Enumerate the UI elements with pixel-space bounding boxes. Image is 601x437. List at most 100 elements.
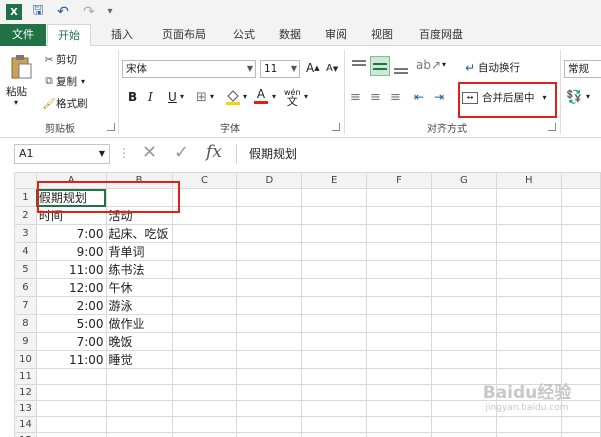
decrease-indent-icon[interactable]: ⇤ (414, 90, 424, 104)
middle-align-icon[interactable] (370, 56, 390, 76)
cell[interactable] (430, 296, 497, 315)
cell[interactable] (171, 260, 238, 279)
column-header[interactable]: G (430, 172, 497, 189)
phonetic-dropdown-icon[interactable]: ▾ (304, 92, 308, 101)
font-name-combo[interactable]: 宋体 ▼ (122, 60, 256, 78)
tab-home[interactable]: 开始 (47, 24, 91, 47)
cell[interactable] (495, 296, 562, 315)
cell[interactable] (495, 260, 562, 279)
undo-icon[interactable]: ↶ (52, 3, 74, 20)
cell[interactable] (430, 188, 497, 207)
cell[interactable] (495, 314, 562, 333)
tab-file[interactable]: 文件 (0, 24, 46, 46)
underline-button[interactable]: U (168, 90, 177, 104)
cell[interactable] (366, 206, 432, 225)
cell[interactable] (495, 206, 562, 225)
cell[interactable] (35, 368, 107, 385)
cell[interactable] (301, 242, 368, 261)
paste-button[interactable]: 粘贴 (6, 84, 27, 99)
cell[interactable] (301, 314, 368, 333)
row-header[interactable]: 7 (14, 296, 37, 315)
cell[interactable] (430, 350, 497, 369)
column-header[interactable] (560, 172, 601, 189)
cell[interactable] (301, 350, 368, 369)
cell[interactable] (171, 296, 238, 315)
cell[interactable] (366, 400, 432, 417)
tab-baidu-netdisk[interactable]: 百度网盘 (410, 24, 472, 46)
cut-button[interactable]: ✂ 剪切 (42, 52, 77, 67)
name-box[interactable]: A1 ▼ (14, 144, 110, 164)
font-color-dropdown-icon[interactable]: ▾ (272, 92, 276, 101)
cell[interactable] (366, 350, 432, 369)
cell[interactable] (560, 350, 601, 369)
copy-dropdown-icon[interactable]: ▾ (81, 77, 85, 86)
cell[interactable] (366, 260, 432, 279)
cell[interactable] (35, 384, 107, 401)
cell[interactable] (560, 314, 601, 333)
cell[interactable] (105, 384, 173, 401)
align-left-icon[interactable]: ≡ (350, 90, 361, 105)
cell[interactable] (236, 400, 303, 417)
save-icon[interactable]: 🖫 (30, 3, 46, 20)
orientation-dropdown-icon[interactable]: ▾ (442, 60, 446, 69)
cell[interactable] (366, 432, 432, 437)
cell[interactable] (171, 278, 238, 297)
cell[interactable] (236, 384, 303, 401)
cell[interactable] (430, 278, 497, 297)
column-header[interactable]: F (366, 172, 432, 189)
cell[interactable] (560, 188, 601, 207)
font-size-combo[interactable]: 11 ▼ (260, 60, 300, 78)
bottom-align-icon[interactable] (392, 58, 410, 74)
cell[interactable] (560, 432, 601, 437)
cell[interactable] (301, 332, 368, 351)
cell[interactable] (301, 432, 368, 437)
cell[interactable] (301, 188, 368, 207)
cell[interactable] (35, 416, 107, 433)
orientation-icon[interactable]: ab↗ (416, 58, 441, 72)
shrink-font-button[interactable]: A ▼ (326, 63, 338, 74)
format-painter-button[interactable]: 🖌 格式刷 (42, 96, 87, 111)
tab-formulas[interactable]: 公式 (224, 24, 264, 46)
cell[interactable]: 12:00 (35, 278, 107, 297)
cell[interactable]: 背单词 (105, 242, 173, 261)
tab-review[interactable]: 审阅 (316, 24, 356, 46)
row-header[interactable]: 14 (14, 416, 37, 433)
column-header[interactable]: D (236, 172, 303, 189)
paste-icon[interactable] (6, 52, 36, 82)
cell[interactable] (560, 224, 601, 243)
cell[interactable]: 晚饭 (105, 332, 173, 351)
cell[interactable] (236, 242, 303, 261)
cell[interactable]: 练书法 (105, 260, 173, 279)
row-header[interactable]: 2 (14, 206, 37, 225)
cell[interactable] (301, 400, 368, 417)
cell[interactable] (171, 206, 238, 225)
cell[interactable] (301, 416, 368, 433)
cell[interactable] (35, 432, 107, 437)
cell[interactable] (495, 432, 562, 437)
cell[interactable] (236, 206, 303, 225)
row-header[interactable]: 10 (14, 350, 37, 369)
align-center-icon[interactable]: ≡ (370, 90, 381, 105)
clipboard-launcher-icon[interactable] (107, 123, 115, 131)
accounting-format-icon[interactable]: 💱 (566, 90, 582, 105)
cell[interactable] (560, 296, 601, 315)
cell[interactable] (236, 314, 303, 333)
cell[interactable] (236, 332, 303, 351)
cell[interactable] (430, 432, 497, 437)
cancel-icon[interactable]: ✕ (142, 142, 157, 163)
cell[interactable] (430, 224, 497, 243)
align-right-icon[interactable]: ≡ (390, 90, 401, 105)
cell[interactable] (171, 314, 238, 333)
column-header[interactable]: H (495, 172, 562, 189)
cell[interactable] (560, 416, 601, 433)
cell[interactable]: 11:00 (35, 260, 107, 279)
row-header[interactable]: 1 (14, 188, 37, 207)
cell[interactable] (236, 416, 303, 433)
increase-indent-icon[interactable]: ⇥ (434, 90, 444, 104)
cell[interactable] (171, 332, 238, 351)
cell[interactable] (366, 242, 432, 261)
formula-bar-grip-icon[interactable]: ⋮ (118, 146, 130, 160)
cell[interactable] (236, 188, 303, 207)
cell[interactable] (430, 314, 497, 333)
top-align-icon[interactable] (350, 58, 368, 74)
